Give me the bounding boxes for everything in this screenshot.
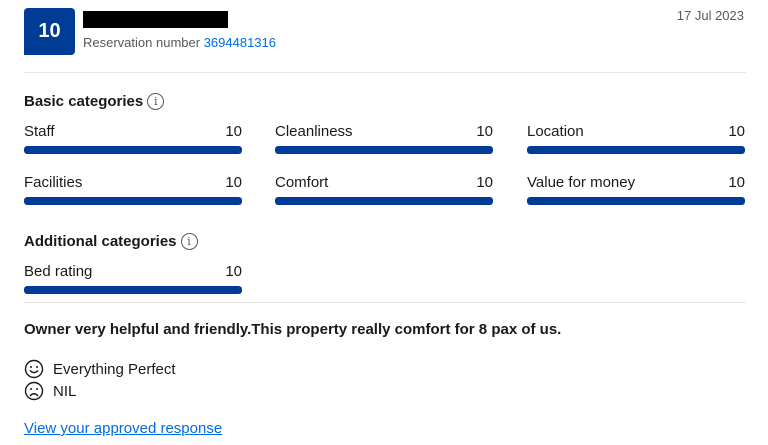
review-title: Owner very helpful and friendly.This pro… [24,321,562,338]
score-badge: 10 [24,8,75,55]
frown-icon [24,381,44,401]
category-bed-rating: Bed rating 10 [24,263,242,297]
positive-feedback: Everything Perfect [24,359,176,379]
category-label: Bed rating [24,263,93,280]
category-bar [24,286,242,294]
category-bar-fill [275,197,493,205]
info-icon[interactable]: i [147,93,165,110]
additional-categories-heading: Additional categories i [24,233,198,250]
divider [24,72,746,73]
category-label: Location [527,123,584,140]
category-bar [527,197,745,205]
category-facilities: Facilities 10 [24,174,242,208]
positive-text: Everything Perfect [53,360,176,378]
divider [24,302,746,303]
category-bar-fill [527,197,745,205]
reservation-line: Reservation number 3694481316 [83,35,276,50]
category-bar [24,146,242,154]
view-response-link[interactable]: View your approved response [24,420,222,437]
category-bar-fill [24,197,242,205]
info-icon[interactable]: i [180,233,198,250]
additional-categories-title: Additional categories [24,233,177,250]
category-score: 10 [225,263,242,280]
smile-icon [24,359,44,379]
category-label: Comfort [275,174,329,191]
category-label: Cleanliness [275,123,353,140]
category-value-for-money: Value for money 10 [527,174,745,208]
category-bar-fill [24,146,242,154]
category-score: 10 [225,174,242,191]
category-bar [275,197,493,205]
category-score: 10 [728,174,745,191]
guest-name-redacted [83,11,228,28]
basic-categories-title: Basic categories [24,93,144,110]
negative-feedback: NIL [24,381,76,401]
category-label: Facilities [24,174,83,191]
reservation-number-link[interactable]: 3694481316 [204,35,276,50]
category-staff: Staff 10 [24,123,242,157]
review-date: 17 Jul 2023 [676,8,744,23]
category-score: 10 [476,123,493,140]
category-bar [24,197,242,205]
category-location: Location 10 [527,123,745,157]
category-bar [527,146,745,154]
reservation-label: Reservation number [83,35,201,50]
category-bar-fill [275,146,493,154]
category-score: 10 [225,123,242,140]
category-bar-fill [527,146,745,154]
category-bar-fill [24,286,242,294]
category-cleanliness: Cleanliness 10 [275,123,493,157]
category-label: Staff [24,123,55,140]
category-bar [275,146,493,154]
review-header: 10 Reservation number 3694481316 17 Jul … [24,8,746,58]
category-score: 10 [728,123,745,140]
category-comfort: Comfort 10 [275,174,493,208]
category-score: 10 [476,174,493,191]
basic-categories-heading: Basic categories i [24,93,165,110]
negative-text: NIL [53,382,77,400]
category-label: Value for money [527,174,636,191]
